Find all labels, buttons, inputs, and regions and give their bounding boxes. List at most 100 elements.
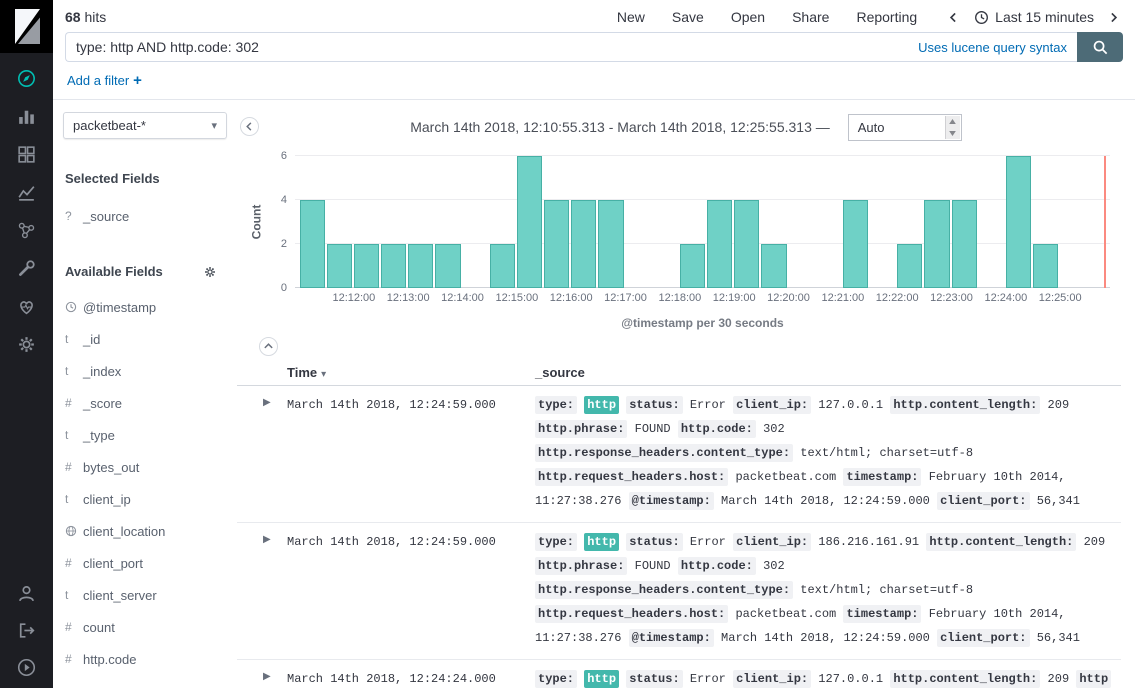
search-button[interactable] <box>1077 32 1123 62</box>
field-type-glyph: t <box>65 364 83 378</box>
field-item-_score[interactable]: #_score <box>53 387 237 419</box>
x-tick-label: 12:22:00 <box>876 292 919 304</box>
field-item-client_ip[interactable]: tclient_ip <box>53 483 237 515</box>
interval-select[interactable]: Auto <box>848 114 962 141</box>
y-tick-label: 4 <box>281 194 287 206</box>
add-filter-button[interactable]: Add a filter+ <box>67 72 142 89</box>
nav-icons <box>16 68 37 355</box>
field-item-bytes_out[interactable]: #bytes_out <box>53 451 237 483</box>
histogram-bar[interactable] <box>598 200 623 288</box>
field-type-glyph: t <box>65 332 83 346</box>
x-tick-label: 12:12:00 <box>332 292 375 304</box>
menu-item-new[interactable]: New <box>617 9 645 25</box>
field-item-http.code[interactable]: #http.code <box>53 643 237 675</box>
index-pattern-name: packetbeat-* <box>73 118 146 133</box>
histogram-bar[interactable] <box>327 244 352 288</box>
histogram-bar[interactable] <box>897 244 922 288</box>
histogram-bar[interactable] <box>1006 156 1031 288</box>
x-tick-label: 12:20:00 <box>767 292 810 304</box>
histogram-bar[interactable] <box>571 200 596 288</box>
nav-visualize-icon[interactable] <box>16 106 37 127</box>
field-name: _index <box>83 364 121 379</box>
field-item-_id[interactable]: t_id <box>53 323 237 355</box>
hits-label: hits <box>84 9 106 25</box>
nav-dashboard-icon[interactable] <box>16 144 37 165</box>
histogram-bar[interactable] <box>435 244 460 288</box>
histogram-bar[interactable] <box>952 200 977 288</box>
field-item-client_port[interactable]: #client_port <box>53 547 237 579</box>
expand-caret-icon[interactable]: ▶ <box>237 667 287 688</box>
timepicker-label: Last 15 minutes <box>995 9 1094 25</box>
histogram-bar[interactable] <box>680 244 705 288</box>
field-item-_source[interactable]: ? _source <box>53 200 237 232</box>
histogram-bar[interactable] <box>544 200 569 288</box>
collapse-histogram-button[interactable] <box>259 337 278 356</box>
top-toolbar: 68 hits New Save Open Share Reporting La… <box>53 0 1135 30</box>
nav-discover-icon[interactable] <box>16 68 37 89</box>
histogram-bar[interactable] <box>408 244 433 288</box>
menu-item-share[interactable]: Share <box>792 9 829 25</box>
nav-logout-icon[interactable] <box>16 620 37 641</box>
histogram-chart: Count 0246 <box>295 156 1110 288</box>
nav-collapse-nav-icon[interactable] <box>16 657 37 678</box>
gridline <box>295 155 1110 156</box>
histogram-bar[interactable] <box>1033 244 1058 288</box>
time-step-back-button[interactable] <box>947 9 961 25</box>
chevron-up-icon <box>263 341 274 352</box>
collapse-sidebar-button[interactable] <box>240 117 259 136</box>
field-name: _id <box>83 332 100 347</box>
x-tick-label: 12:21:00 <box>821 292 864 304</box>
field-item-client_server[interactable]: tclient_server <box>53 579 237 611</box>
histogram-bar[interactable] <box>354 244 379 288</box>
source-field-name: http.request_headers.host: <box>535 605 728 623</box>
field-name: bytes_out <box>83 460 139 475</box>
time-step-forward-button[interactable] <box>1107 9 1121 25</box>
field-item-_type[interactable]: t_type <box>53 419 237 451</box>
expand-caret-icon[interactable]: ▶ <box>237 530 287 650</box>
expand-caret-icon[interactable]: ▶ <box>237 393 287 513</box>
field-settings-gear-icon[interactable] <box>203 265 217 279</box>
source-field-name: client_port: <box>937 492 1029 510</box>
histogram-bar[interactable] <box>843 200 868 288</box>
field-name: http.code <box>83 652 137 667</box>
x-tick-label: 12:25:00 <box>1039 292 1082 304</box>
field-item-count[interactable]: #count <box>53 611 237 643</box>
histogram-bar[interactable] <box>707 200 732 288</box>
column-header-time[interactable]: Time▾ <box>287 365 527 380</box>
nav-monitoring-icon[interactable] <box>16 296 37 317</box>
x-axis-caption: @timestamp per 30 seconds <box>295 316 1110 330</box>
timepicker-button[interactable]: Last 15 minutes <box>974 9 1094 25</box>
field-item-@timestamp[interactable]: @timestamp <box>53 291 237 323</box>
nav-machine-learning-icon[interactable] <box>16 220 37 241</box>
histogram-bar[interactable] <box>300 200 325 288</box>
search-input[interactable] <box>76 39 906 55</box>
menu-item-open[interactable]: Open <box>731 9 765 25</box>
field-item-_index[interactable]: t_index <box>53 355 237 387</box>
doc-row-source: type: http status: Error client_ip: 127.… <box>527 667 1121 688</box>
field-item-client_location[interactable]: client_location <box>53 515 237 547</box>
nav-bottom-icons <box>16 583 37 678</box>
histogram-bar[interactable] <box>490 244 515 288</box>
x-tick-label: 12:13:00 <box>387 292 430 304</box>
field-name: _score <box>83 396 122 411</box>
select-arrows <box>945 116 960 139</box>
nav-timelion-icon[interactable] <box>16 182 37 203</box>
kibana-logo[interactable] <box>0 0 53 53</box>
source-field-name: http.request_headers.host: <box>535 468 728 486</box>
doc-row-source: type: http status: Error client_ip: 127.… <box>527 393 1121 513</box>
nav-management-icon[interactable] <box>16 334 37 355</box>
y-tick-label: 2 <box>281 238 287 250</box>
nav-user-icon[interactable] <box>16 583 37 604</box>
menu-item-reporting[interactable]: Reporting <box>856 9 917 25</box>
y-axis-label: Count <box>249 156 263 288</box>
histogram-bar[interactable] <box>734 200 759 288</box>
nav-dev-tools-icon[interactable] <box>16 258 37 279</box>
histogram-bar[interactable] <box>924 200 949 288</box>
histogram-bar[interactable] <box>381 244 406 288</box>
menu-item-save[interactable]: Save <box>672 9 704 25</box>
histogram-bar[interactable] <box>517 156 542 288</box>
lucene-syntax-link[interactable]: Uses lucene query syntax <box>918 40 1067 55</box>
source-field-name: client_ip: <box>733 396 811 414</box>
histogram-bar[interactable] <box>761 244 786 288</box>
index-pattern-selector[interactable]: packetbeat-* ▾ <box>63 112 227 139</box>
